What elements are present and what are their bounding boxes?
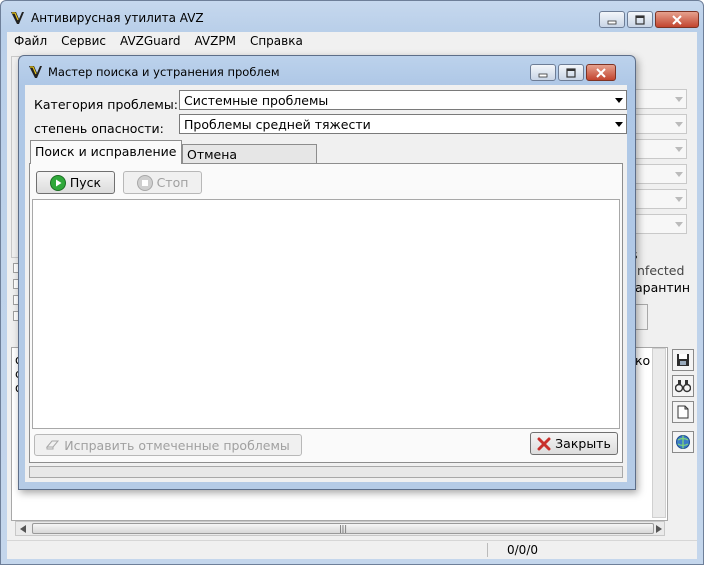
status-divider [487, 543, 488, 557]
scrollbar-thumb[interactable]: ||| [32, 523, 654, 534]
dialog-close-button[interactable]: Закрыть [530, 432, 618, 455]
chevron-down-icon [675, 96, 683, 102]
right-combo[interactable] [631, 89, 687, 109]
right-combo[interactable] [631, 214, 687, 234]
floppy-disk-icon [677, 354, 689, 366]
fix-checked-problems-button[interactable]: Исправить отмеченные проблемы [34, 434, 302, 456]
menu-help[interactable]: Справка [243, 34, 310, 48]
chevron-down-icon [675, 196, 683, 202]
right-combo[interactable] [631, 139, 687, 159]
network-button[interactable] [672, 431, 694, 453]
severity-label: степень опасности: [34, 121, 164, 136]
partial-label-ko: ко [635, 353, 651, 368]
dialog-title: Мастер поиска и устранения проблем [48, 65, 280, 79]
save-log-button[interactable] [672, 349, 694, 371]
dialog-minimize-button[interactable] [530, 64, 556, 81]
troubleshooting-wizard-dialog: Мастер поиска и устранения проблем Катег… [18, 55, 636, 490]
dialog-maximize-button[interactable] [558, 64, 584, 81]
tab-search-fix[interactable]: Поиск и исправление [30, 140, 182, 164]
scroll-right-icon [656, 525, 662, 533]
partial-label-infected: nfected [637, 263, 685, 278]
chevron-down-icon [615, 121, 623, 127]
blank-page-icon [677, 405, 689, 419]
search-log-button[interactable] [672, 375, 694, 397]
partial-label-quarantine: арантин [635, 280, 691, 295]
status-counts: 0/0/0 [507, 543, 538, 557]
maximize-icon [635, 14, 645, 25]
avz-app-icon [11, 12, 24, 24]
menu-avzguard[interactable]: AVZGuard [113, 34, 187, 48]
chevron-down-icon [615, 97, 623, 103]
close-window-button[interactable] [655, 11, 699, 28]
partial-button[interactable] [635, 304, 648, 330]
chevron-down-icon [675, 171, 683, 177]
stop-button-label: Стоп [156, 175, 189, 190]
problems-list[interactable] [32, 199, 620, 429]
category-label: Категория проблемы: [34, 97, 178, 112]
scroll-left-icon [20, 525, 26, 533]
red-x-icon [537, 437, 551, 450]
stop-button[interactable]: Стоп [123, 171, 202, 194]
status-bar: 0/0/0 [7, 540, 697, 559]
severity-value: Проблемы средней тяжести [184, 116, 371, 132]
minimize-icon [607, 20, 617, 24]
window-controls [599, 11, 699, 28]
start-button[interactable]: Пуск [36, 171, 115, 194]
right-combo[interactable] [631, 189, 687, 209]
minimize-icon [538, 73, 548, 77]
dialog-close-window-button[interactable] [586, 64, 616, 81]
chevron-down-icon [675, 221, 683, 227]
clear-log-button[interactable] [672, 401, 694, 423]
category-value: Системные проблемы [184, 92, 329, 108]
chevron-down-icon [675, 146, 683, 152]
menu-file[interactable]: Файл [7, 34, 54, 48]
category-select[interactable]: Системные проблемы [179, 90, 627, 110]
horizontal-scrollbar[interactable]: ||| [15, 521, 665, 536]
title-bar: Антивирусная утилита AVZ [9, 5, 204, 31]
binoculars-icon [675, 380, 691, 393]
maximize-icon [566, 67, 576, 78]
tab-panel: Пуск Стоп Исправить отмеченные проблемы … [29, 163, 623, 463]
window-title: Антивирусная утилита AVZ [31, 11, 204, 25]
dialog-title-bar: Мастер поиска и устранения проблем [27, 61, 280, 83]
maximize-button[interactable] [627, 11, 653, 28]
chevron-down-icon [675, 121, 683, 127]
dialog-window-controls [530, 64, 616, 81]
close-icon [596, 67, 606, 78]
close-icon [672, 14, 682, 25]
menu-avzpm[interactable]: AVZPM [187, 34, 242, 48]
start-button-label: Пуск [69, 175, 102, 190]
stop-icon [136, 174, 153, 191]
menu-service[interactable]: Сервис [54, 34, 113, 48]
avz-app-icon [29, 66, 42, 78]
menu-bar: Файл Сервис AVZGuard AVZPM Справка [7, 32, 697, 50]
close-button-label: Закрыть [555, 436, 611, 451]
play-icon [49, 174, 66, 191]
eraser-icon [46, 440, 60, 450]
right-combo[interactable] [631, 114, 687, 134]
right-combo[interactable] [631, 164, 687, 184]
severity-select[interactable]: Проблемы средней тяжести [179, 114, 627, 134]
minimize-button[interactable] [599, 11, 625, 28]
dialog-client-area: Категория проблемы: Системные проблемы с… [25, 85, 627, 482]
log-vertical-scrollbar[interactable] [652, 348, 666, 518]
fix-button-label: Исправить отмеченные проблемы [64, 437, 290, 453]
tab-undo-changes[interactable]: Отмена изменений [182, 144, 317, 177]
globe-icon [676, 435, 690, 449]
progress-bar [29, 466, 623, 478]
